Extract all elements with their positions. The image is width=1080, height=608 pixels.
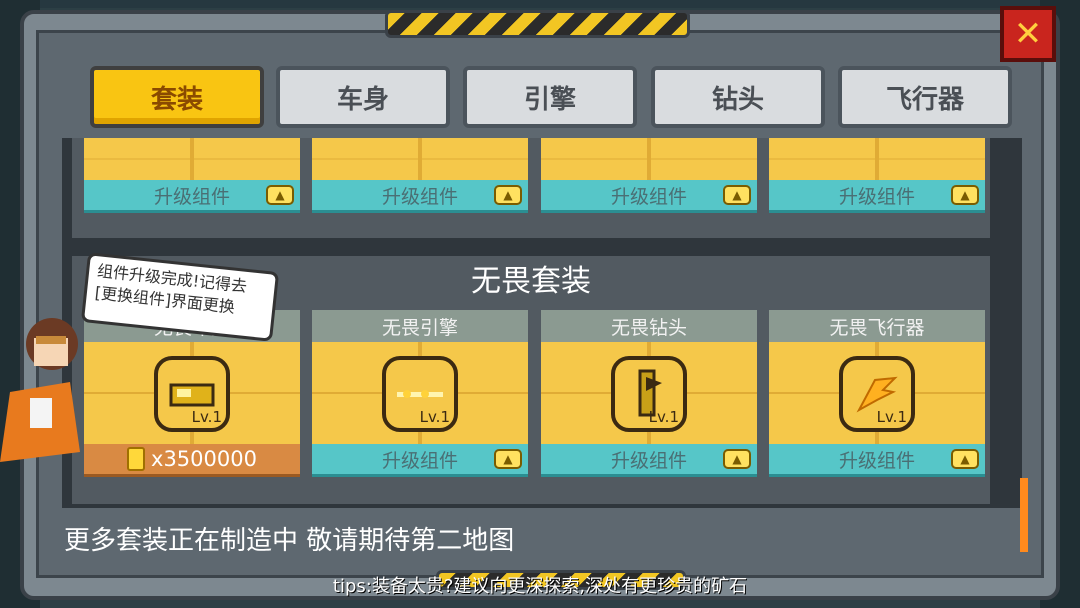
coin-icon <box>127 447 146 471</box>
upgrade-button[interactable]: 升级组件 ▲ <box>312 180 528 213</box>
upgrade-arrow-icon: ▲ <box>494 449 522 469</box>
upgrade-button[interactable]: 升级组件 ▲ <box>541 444 757 477</box>
tab-aircraft[interactable]: 飞行器 <box>838 66 1012 128</box>
guide-character <box>0 302 90 472</box>
hazard-stripe-top <box>385 10 690 38</box>
scrollbar[interactable] <box>1020 478 1028 552</box>
upgrade-arrow-icon: ▲ <box>494 185 522 205</box>
drill-icon: Lv.1 <box>611 356 687 432</box>
price-tag[interactable]: x3500000 <box>84 444 300 477</box>
upper-card: 升级组件 ▲ <box>541 138 757 214</box>
part-card-engine[interactable]: 无畏引擎 Lv.1 升级组件 ▲ <box>312 310 528 478</box>
upgrade-button[interactable]: 升级组件 ▲ <box>312 444 528 477</box>
upgrade-button[interactable]: 升级组件 ▲ <box>769 444 985 477</box>
upgrade-arrow-icon: ▲ <box>951 185 979 205</box>
upper-card: 升级组件 ▲ <box>769 138 985 214</box>
card-title: 无畏飞行器 <box>769 310 985 342</box>
engine-icon: Lv.1 <box>382 356 458 432</box>
upgrade-arrow-icon: ▲ <box>951 449 979 469</box>
close-button[interactable]: ✕ <box>1000 6 1056 62</box>
tips-text: tips:装备太贵?建议向更深探索,深处有更珍贵的矿石 <box>332 576 748 597</box>
upgrade-button[interactable]: 升级组件 ▲ <box>769 180 985 213</box>
upgrade-button[interactable]: 升级组件 ▲ <box>541 180 757 213</box>
upgrade-arrow-icon: ▲ <box>723 185 751 205</box>
coming-soon-text: 更多套装正在制造中 敬请期待第二地图 <box>64 526 515 556</box>
card-title: 无畏钻头 <box>541 310 757 342</box>
previous-set-section: 升级组件 ▲ 升级组件 ▲ 升级组件 ▲ 升级组件 ▲ <box>72 138 990 238</box>
card-title: 无畏引擎 <box>312 310 528 342</box>
upgrade-arrow-icon: ▲ <box>723 449 751 469</box>
wings-icon: Lv.1 <box>839 356 915 432</box>
tab-drill[interactable]: 钻头 <box>651 66 825 128</box>
upgrade-arrow-icon: ▲ <box>266 185 294 205</box>
upgrade-button[interactable]: 升级组件 ▲ <box>84 180 300 213</box>
tab-suit[interactable]: 套装 <box>90 66 264 128</box>
tab-body[interactable]: 车身 <box>276 66 450 128</box>
part-card-drill[interactable]: 无畏钻头 Lv.1 升级组件 ▲ <box>541 310 757 478</box>
part-card-aircraft[interactable]: 无畏飞行器 Lv.1 升级组件 ▲ <box>769 310 985 478</box>
upper-card: 升级组件 ▲ <box>84 138 300 214</box>
car-body-icon: Lv.1 <box>154 356 230 432</box>
upper-card: 升级组件 ▲ <box>312 138 528 214</box>
close-icon: ✕ <box>1013 14 1043 54</box>
tab-engine[interactable]: 引擎 <box>463 66 637 128</box>
